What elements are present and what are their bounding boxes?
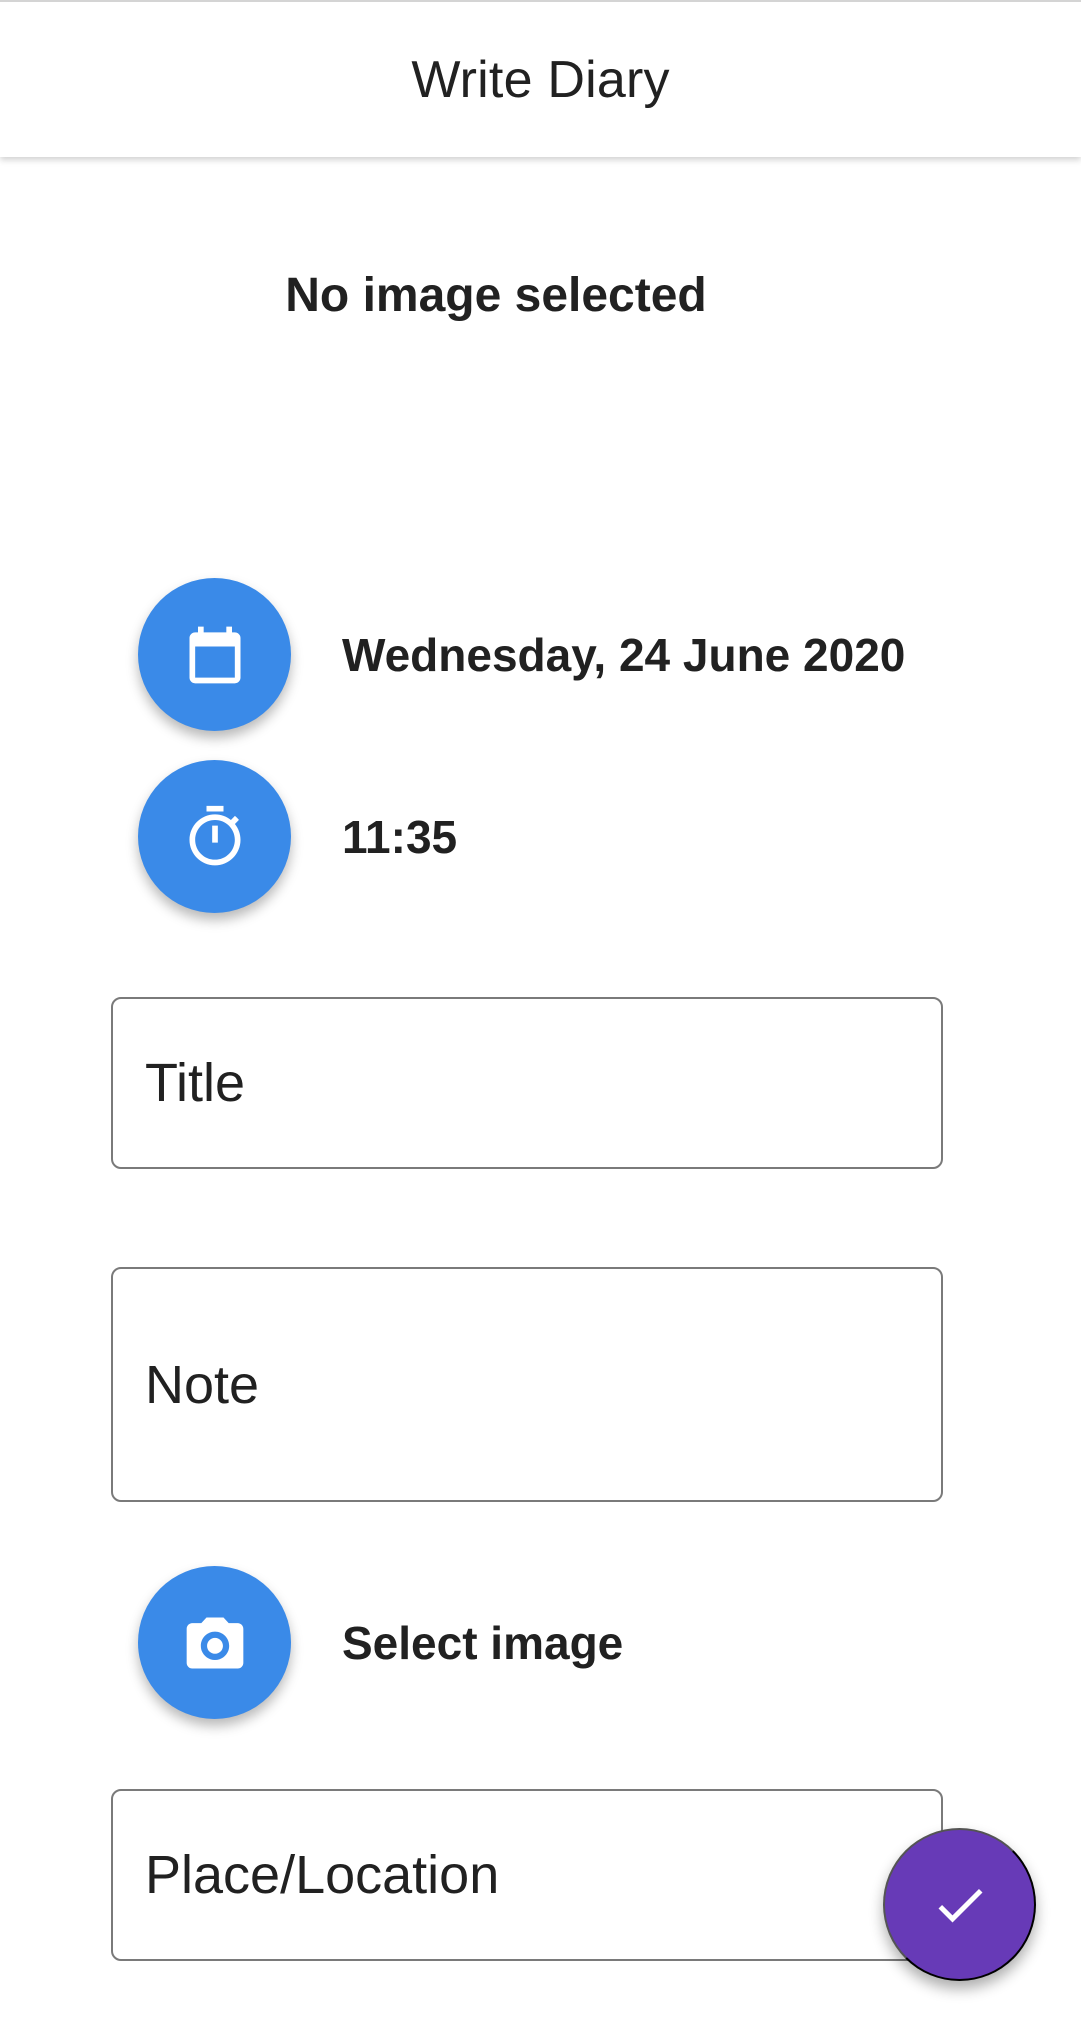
select-image-button[interactable] xyxy=(138,1566,291,1719)
image-status-text: No image selected xyxy=(285,269,707,322)
write-diary-screen: Write Diary No image selected Wednesday,… xyxy=(0,0,1081,2023)
select-image-row: Select image xyxy=(138,1566,623,1719)
note-field[interactable]: Note xyxy=(111,1267,943,1502)
page-title: Write Diary xyxy=(411,50,670,109)
place-field[interactable]: Place/Location xyxy=(111,1789,943,1961)
camera-icon xyxy=(186,1617,243,1668)
date-label: Wednesday, 24 June 2020 xyxy=(342,628,906,681)
date-row: Wednesday, 24 June 2020 xyxy=(138,578,905,731)
select-image-label: Select image xyxy=(342,1616,624,1669)
time-label: 11:35 xyxy=(342,810,458,863)
time-picker-button[interactable] xyxy=(138,760,291,913)
date-picker-button[interactable] xyxy=(138,578,291,731)
place-field-label: Place/Location xyxy=(145,1845,500,1905)
calendar-icon xyxy=(189,626,240,683)
title-field-label: Title xyxy=(145,1053,246,1113)
timer-icon xyxy=(189,805,240,865)
note-field-label: Note xyxy=(145,1354,260,1415)
time-row: 11:35 xyxy=(138,760,457,913)
save-button[interactable] xyxy=(883,1828,1036,1981)
app-bar: Write Diary xyxy=(0,0,1081,157)
title-field[interactable]: Title xyxy=(111,997,943,1169)
check-icon xyxy=(938,1888,982,1922)
